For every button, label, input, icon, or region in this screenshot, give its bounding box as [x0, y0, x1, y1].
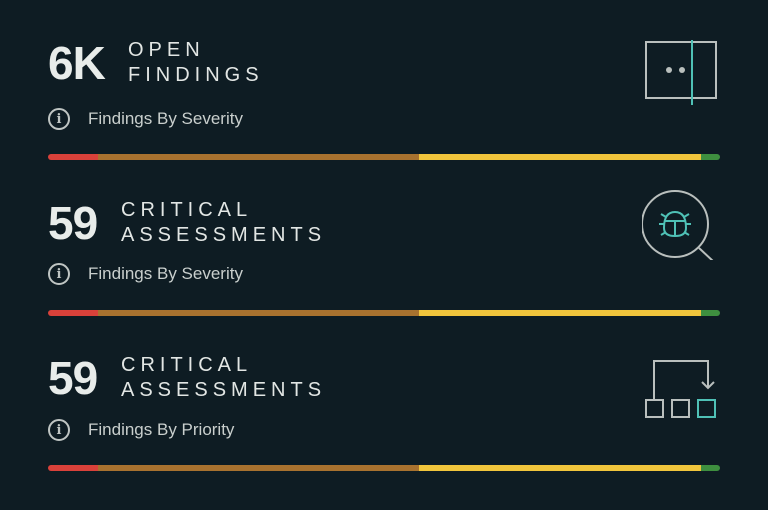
window-split-icon [645, 40, 717, 105]
bar-segment-medium [418, 310, 702, 316]
bar-segment-medium [418, 154, 702, 160]
bar-segment-high [97, 154, 419, 160]
card-open-findings: 6K OPEN FINDINGS i Findings By Severity [48, 37, 720, 195]
bar-segment-medium [418, 465, 702, 471]
metric-value: 59 [48, 352, 98, 404]
bar-segment-high [97, 310, 419, 316]
bar-segment-low [701, 154, 720, 160]
severity-bar [48, 154, 720, 160]
subtitle[interactable]: i Findings By Severity [48, 263, 243, 285]
bar-segment-low [701, 310, 720, 316]
priority-bar [48, 465, 720, 471]
card-critical-assessments-priority: 59 CRITICAL ASSESSMENTS i Findings By Prio… [48, 352, 720, 510]
metric-value: 6K [48, 37, 106, 89]
card-critical-assessments: 59 CRITICAL ASSESSMENTS i Findings By Seve… [48, 190, 720, 355]
bar-segment-critical [48, 465, 98, 471]
info-icon[interactable]: i [48, 263, 70, 285]
workflow-icon [645, 360, 716, 418]
metric-label: OPEN FINDINGS [128, 39, 264, 86]
bar-segment-critical [48, 154, 98, 160]
metric-label: CRITICAL ASSESSMENTS [121, 354, 327, 401]
bar-segment-critical [48, 310, 98, 316]
bug-search-icon [642, 190, 714, 260]
bar-segment-high [97, 465, 419, 471]
bar-segment-low [701, 465, 720, 471]
info-icon[interactable]: i [48, 419, 70, 441]
metric-label: CRITICAL ASSESSMENTS [121, 199, 327, 246]
metric-value: 59 [48, 197, 98, 249]
subtitle[interactable]: i Findings By Severity [48, 108, 243, 130]
subtitle[interactable]: i Findings By Priority [48, 419, 234, 441]
info-icon[interactable]: i [48, 108, 70, 130]
severity-bar [48, 310, 720, 316]
